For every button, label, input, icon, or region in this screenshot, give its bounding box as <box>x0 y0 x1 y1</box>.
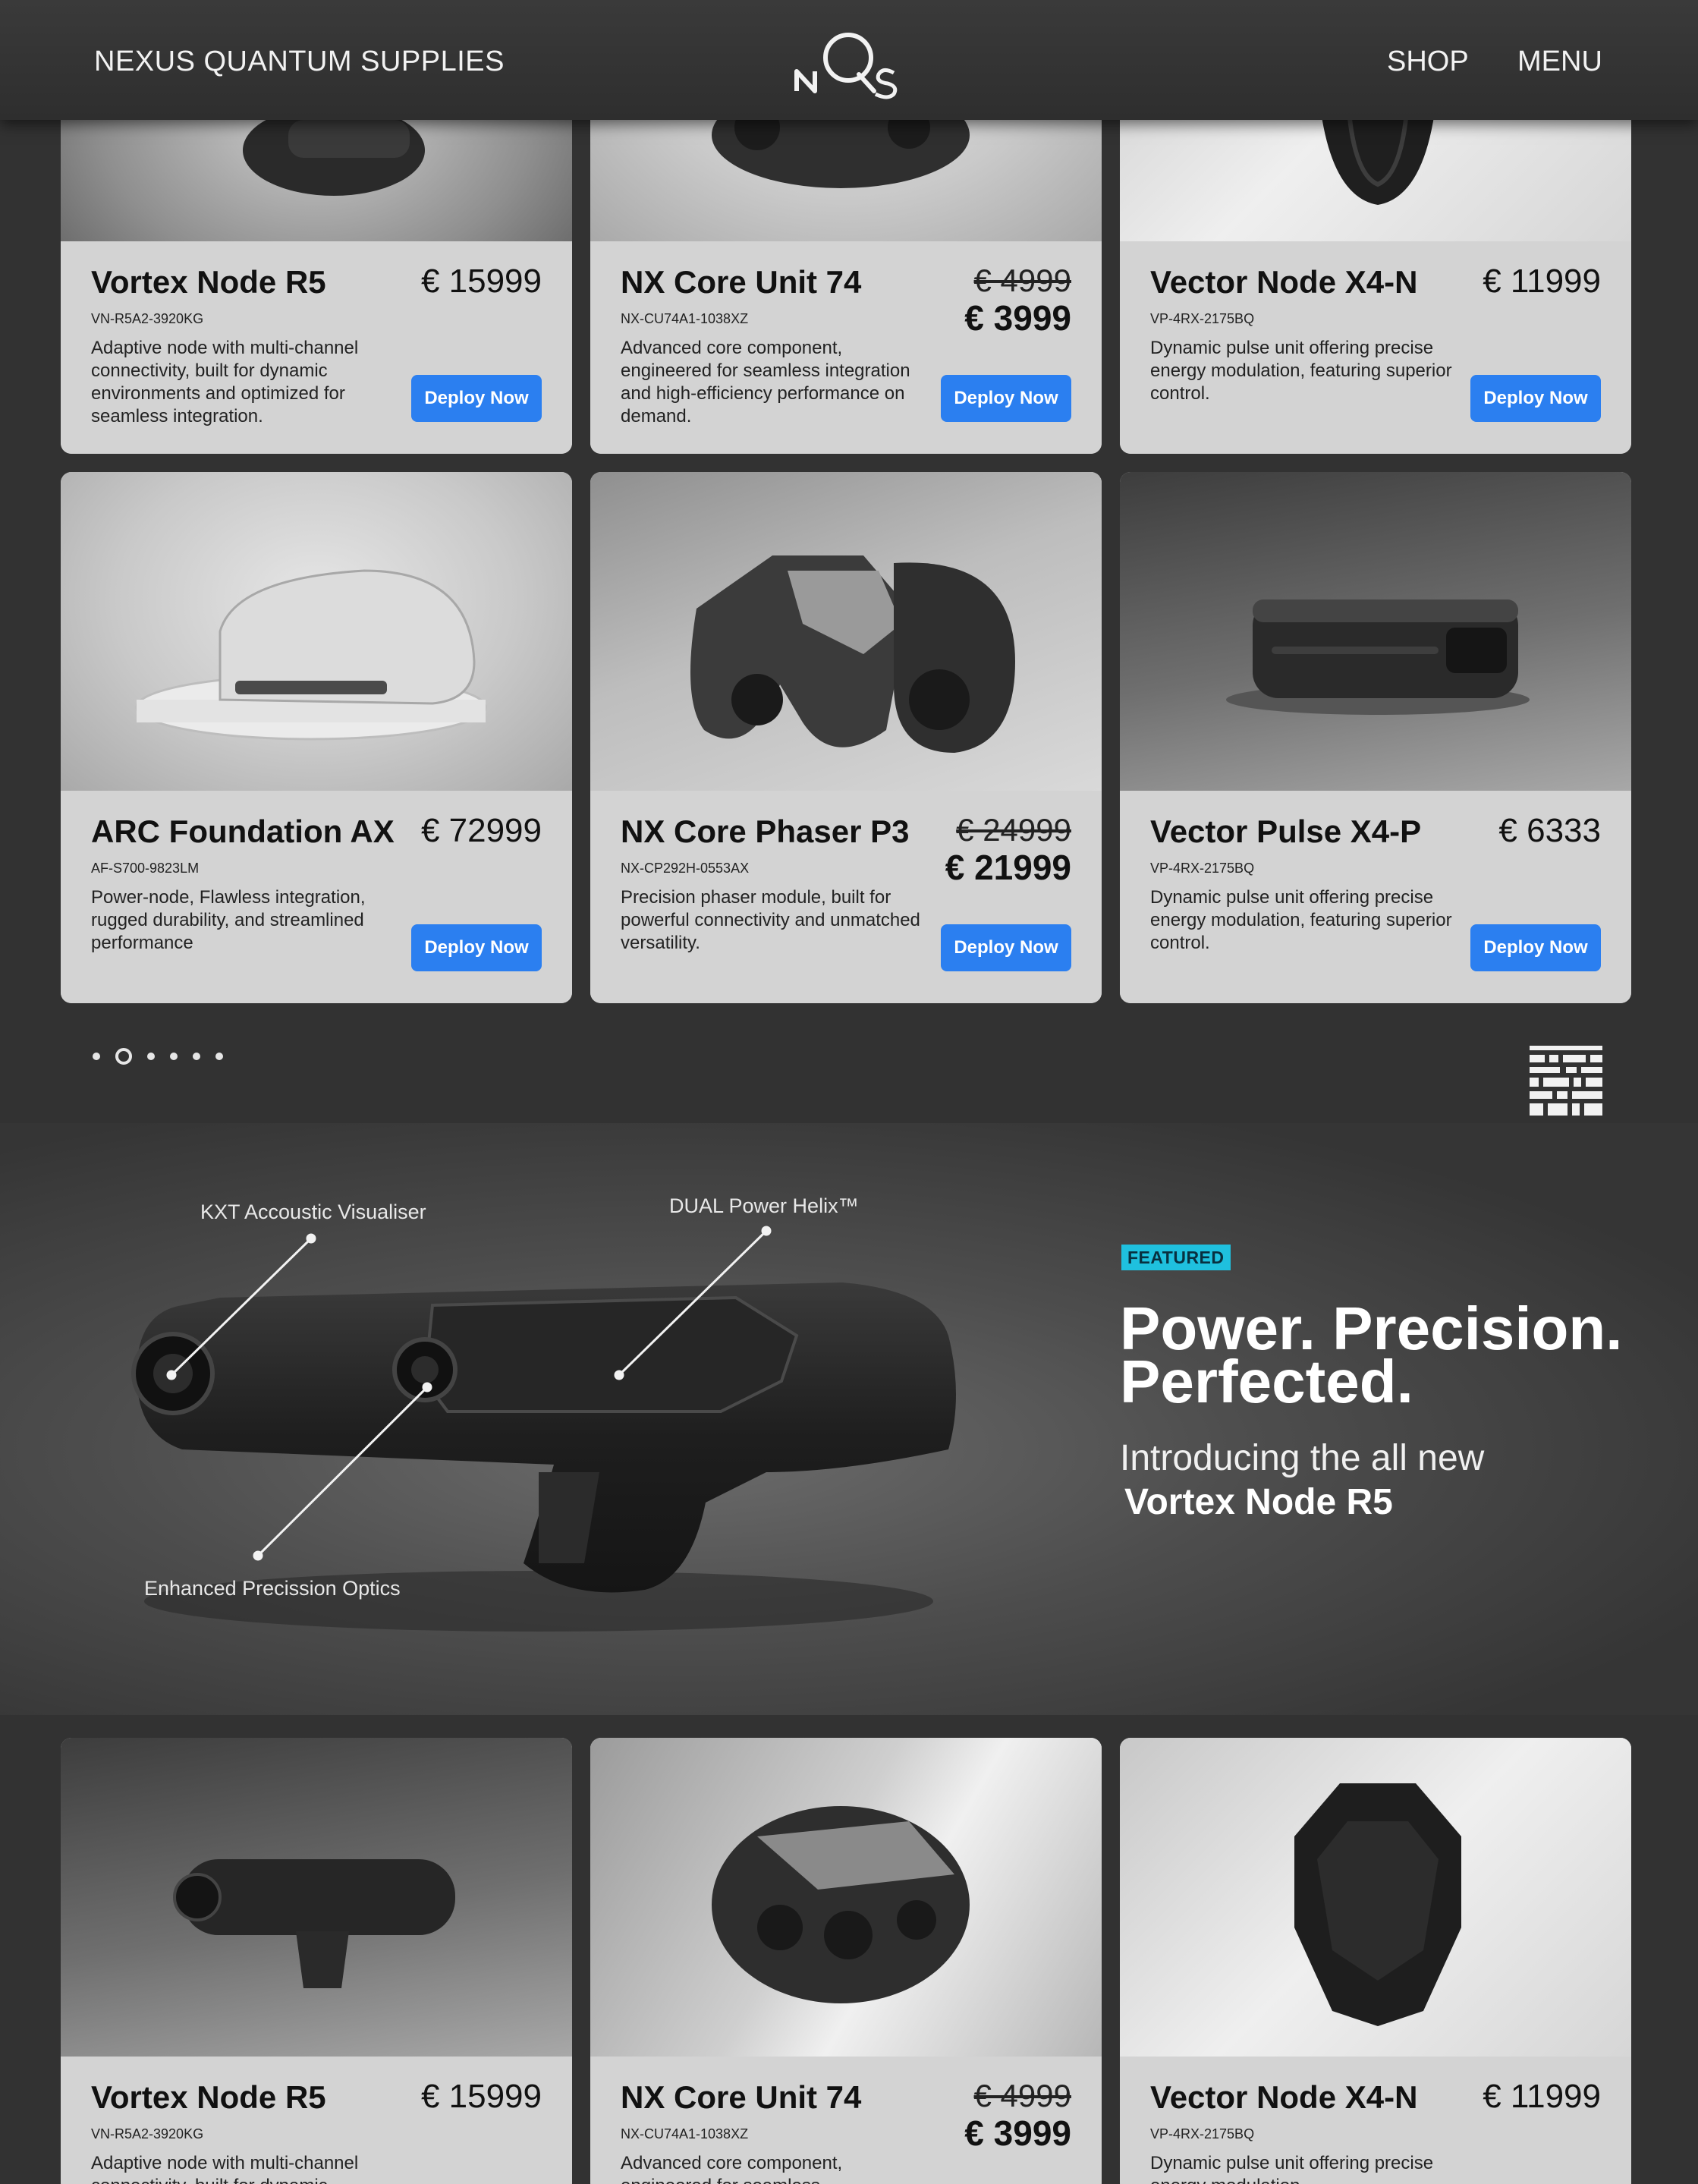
vector-node-render <box>1294 1783 1461 2026</box>
callout-precision-optics: Enhanced Precission Optics <box>144 1577 401 1600</box>
product-description: Advanced core component, engineered for … <box>621 2153 843 2184</box>
callout-kxt-visualiser: KXT Accoustic Visualiser <box>200 1201 426 1223</box>
product-image[interactable] <box>590 472 1102 791</box>
callout-dual-power-helix: DUAL Power Helix™ <box>669 1194 859 1217</box>
hero-subtitle: Introducing the all new <box>1120 1438 1485 1478</box>
product-name[interactable]: Vector Node X4-N <box>1150 2079 1417 2116</box>
product-price-old: € 4999 <box>973 263 1071 298</box>
product-image[interactable] <box>590 1738 1102 2057</box>
deploy-now-button[interactable]: Deploy Now <box>1470 375 1601 422</box>
product-sku: VN-R5A2-3920KG <box>91 2126 204 2142</box>
product-name[interactable]: NX Core Phaser P3 <box>621 813 910 850</box>
product-price: € 11999 <box>1483 263 1601 300</box>
product-description: Power-node, Flawless integration, rugged… <box>91 887 366 953</box>
product-price-old: € 4999 <box>973 2078 1071 2113</box>
product-description: Adaptive node with multi-channel connect… <box>91 338 359 426</box>
product-sku: VN-R5A2-3920KG <box>91 311 204 326</box>
hero-title: Power. Precision. Perfected. <box>1120 1295 1623 1415</box>
arc-foundation-render <box>135 569 487 741</box>
product-name[interactable]: Vortex Node R5 <box>91 2079 326 2116</box>
qr-code-icon[interactable] <box>1530 1046 1602 1116</box>
product-price-old: € 24999 <box>956 812 1071 848</box>
carousel-pagination <box>93 1047 238 1065</box>
product-sku: VP-4RX-2175BQ <box>1150 861 1255 876</box>
product-price: € 11999 <box>1483 2078 1601 2115</box>
product-image[interactable] <box>1120 1738 1631 2057</box>
nqs-logo[interactable] <box>789 18 903 102</box>
deploy-now-button[interactable]: Deploy Now <box>941 924 1071 971</box>
product-price-sale: € 21999 <box>945 848 1071 887</box>
vortex-node-render <box>173 1859 455 1988</box>
brand-name[interactable]: NEXUS QUANTUM SUPPLIES <box>94 46 505 78</box>
product-price-sale: € 3999 <box>964 298 1071 338</box>
product-sku: NX-CU74A1-1038XZ <box>621 2126 749 2142</box>
product-description: Adaptive node with multi-channel connect… <box>91 2153 359 2184</box>
deploy-now-button[interactable]: Deploy Now <box>941 375 1071 422</box>
product-image[interactable] <box>61 1738 572 2057</box>
product-sku: VP-4RX-2175BQ <box>1150 2126 1255 2142</box>
product-description: Advanced core component, engineered for … <box>621 338 910 426</box>
product-sku: AF-S700-9823LM <box>91 861 200 876</box>
nx-core-render <box>712 1806 970 2003</box>
product-name[interactable]: Vector Pulse X4-P <box>1150 813 1421 850</box>
product-card[interactable]: NX Core Phaser P3 NX-CP292H-0553AX Preci… <box>590 472 1102 1003</box>
product-card[interactable]: NX Core Unit 74 NX-CU74A1-1038XZ Advance… <box>590 1738 1102 2184</box>
product-sku: NX-CU74A1-1038XZ <box>621 311 749 326</box>
deploy-now-button[interactable]: Deploy Now <box>1470 924 1601 971</box>
deploy-now-button[interactable]: Deploy Now <box>411 375 542 422</box>
product-description: Dynamic pulse unit offering precise ener… <box>1150 338 1452 404</box>
product-card[interactable]: Vector Pulse X4-P VP-4RX-2175BQ Dynamic … <box>1120 472 1631 1003</box>
product-price-sale: € 3999 <box>964 2113 1071 2153</box>
product-image[interactable] <box>1120 472 1631 791</box>
pagination-dot[interactable] <box>215 1053 223 1060</box>
product-card[interactable]: Vector Node X4-N VP-4RX-2175BQ Dynamic p… <box>1120 1738 1631 2184</box>
pagination-dot[interactable] <box>93 1053 100 1060</box>
product-name[interactable]: Vortex Node R5 <box>91 264 326 301</box>
product-card[interactable]: ARC Foundation AX AF-S700-9823LM Power-n… <box>61 472 572 1003</box>
product-price: € 15999 <box>420 2078 542 2115</box>
product-description: Dynamic pulse unit offering precise ener… <box>1150 887 1452 953</box>
nav-menu[interactable]: MENU <box>1517 46 1602 78</box>
pagination-dot[interactable] <box>193 1053 200 1060</box>
pagination-dot-active[interactable] <box>115 1048 132 1065</box>
nx-core-phaser-render <box>690 555 1015 753</box>
product-price: € 15999 <box>420 263 542 300</box>
pagination-dot[interactable] <box>147 1053 155 1060</box>
product-description: Dynamic pulse unit offering precise ener… <box>1150 2153 1434 2184</box>
product-name[interactable]: NX Core Unit 74 <box>621 264 861 301</box>
product-price: € 6333 <box>1498 812 1601 849</box>
product-image[interactable] <box>61 472 572 791</box>
nav-shop[interactable]: SHOP <box>1387 46 1469 78</box>
vector-pulse-render <box>1226 599 1530 715</box>
product-name[interactable]: NX Core Unit 74 <box>621 2079 861 2116</box>
product-description: Precision phaser module, built for power… <box>621 887 920 953</box>
hero-product-name[interactable]: Vortex Node R5 <box>1124 1481 1393 1523</box>
product-price: € 72999 <box>420 812 542 849</box>
deploy-now-button[interactable]: Deploy Now <box>411 924 542 971</box>
product-sku: VP-4RX-2175BQ <box>1150 311 1255 326</box>
product-name[interactable]: Vector Node X4-N <box>1150 264 1417 301</box>
product-card[interactable]: Vortex Node R5 VN-R5A2-3920KG Adaptive n… <box>61 1738 572 2184</box>
product-name[interactable]: ARC Foundation AX <box>91 813 395 850</box>
featured-badge: FEATURED <box>1121 1245 1231 1270</box>
pagination-dot[interactable] <box>170 1053 178 1060</box>
site-header: NEXUS QUANTUM SUPPLIES SHOP MENU <box>0 0 1698 120</box>
product-sku: NX-CP292H-0553AX <box>621 861 750 876</box>
